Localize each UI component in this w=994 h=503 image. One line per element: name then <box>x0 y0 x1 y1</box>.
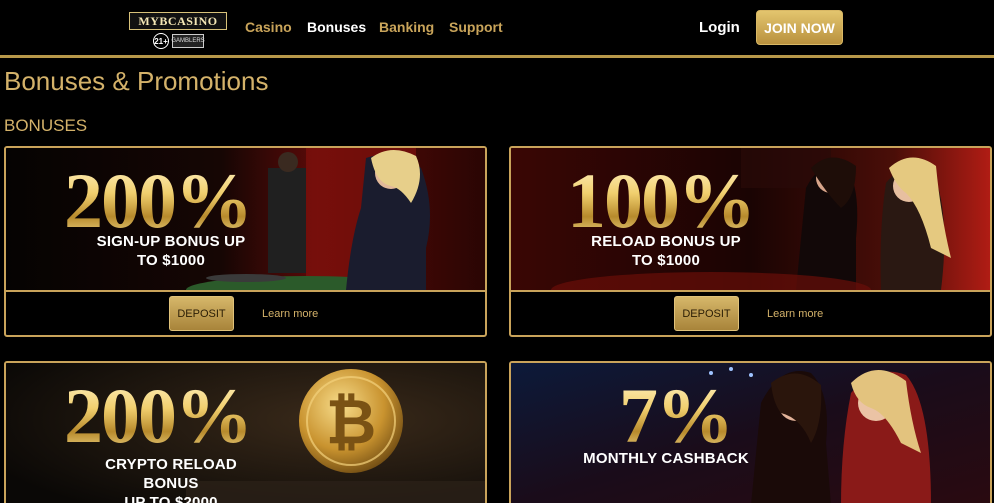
bonus-headline: 7% <box>619 372 734 459</box>
bonus-banner-cashback[interactable]: 7% MONTHLY CASHBACK <box>511 363 990 503</box>
bonus-subtitle-line2: TO $1000 <box>136 252 206 269</box>
bonus-card-actions: DEPOSIT Learn more <box>511 290 990 335</box>
bonus-subtitle-line1: CRYPTO RELOAD BONUS <box>105 456 237 492</box>
bonus-card-cashback: 7% MONTHLY CASHBACK <box>509 361 992 503</box>
logo-wordmark: MYBCASINO <box>129 12 227 30</box>
nav-bonuses[interactable]: Bonuses <box>307 19 366 35</box>
login-link[interactable]: Login <box>699 19 740 36</box>
nav-banking[interactable]: Banking <box>379 19 434 35</box>
deposit-button[interactable]: DEPOSIT <box>169 296 234 331</box>
bonus-subtitle-line1: MONTHLY CASHBACK <box>583 450 749 467</box>
page-title: Bonuses & Promotions <box>4 66 269 96</box>
learn-more-link[interactable]: Learn more <box>767 308 823 320</box>
bonus-card-reload: 100% RELOAD BONUS UP TO $1000 DEPOSIT Le… <box>509 146 992 337</box>
bonus-headline: 200% <box>64 157 253 244</box>
party-women-image <box>511 363 990 503</box>
nav-casino[interactable]: Casino <box>245 19 292 35</box>
bonus-banner-reload[interactable]: 100% RELOAD BONUS UP TO $1000 <box>511 148 990 290</box>
section-heading-bonuses: BONUSES <box>4 116 88 135</box>
nav-support[interactable]: Support <box>449 19 503 35</box>
gamblers-anonymous-badge-icon: GAMBLERS <box>171 34 205 48</box>
deposit-button[interactable]: DEPOSIT <box>674 296 739 331</box>
bonus-banner-signup[interactable]: 200% SIGN-UP BONUS UP TO $1000 <box>6 148 485 290</box>
top-navigation-bar: MYBCASINO 21+ GAMBLERS Casino Bonuses Ba… <box>0 0 994 58</box>
svg-text:₿: ₿ <box>326 385 377 458</box>
bonus-card-actions: DEPOSIT Learn more <box>6 290 485 335</box>
bonus-card-signup: 200% SIGN-UP BONUS UP TO $1000 DEPOSIT L… <box>4 146 487 337</box>
bonus-headline: 100% <box>567 157 756 244</box>
site-logo[interactable]: MYBCASINO 21+ GAMBLERS <box>129 12 227 50</box>
bonus-subtitle-line1: SIGN-UP BONUS UP <box>96 233 246 250</box>
bonus-headline: 200% <box>64 372 253 459</box>
bonus-subtitle-line1: RELOAD BONUS UP <box>591 233 741 250</box>
bonus-banner-crypto[interactable]: ₿ 200% CRYPTO RELOAD BONUS UP TO $2000 <box>6 363 485 503</box>
bonus-subtitle-line2: UP TO $2000 <box>124 494 218 503</box>
join-now-button[interactable]: JOIN NOW <box>756 10 843 45</box>
learn-more-link[interactable]: Learn more <box>262 308 318 320</box>
bonus-subtitle-line2: TO $1000 <box>631 252 701 269</box>
bonus-card-crypto: ₿ 200% CRYPTO RELOAD BONUS UP TO $2000 <box>4 361 487 503</box>
age-21-badge-icon: 21+ <box>153 33 169 49</box>
